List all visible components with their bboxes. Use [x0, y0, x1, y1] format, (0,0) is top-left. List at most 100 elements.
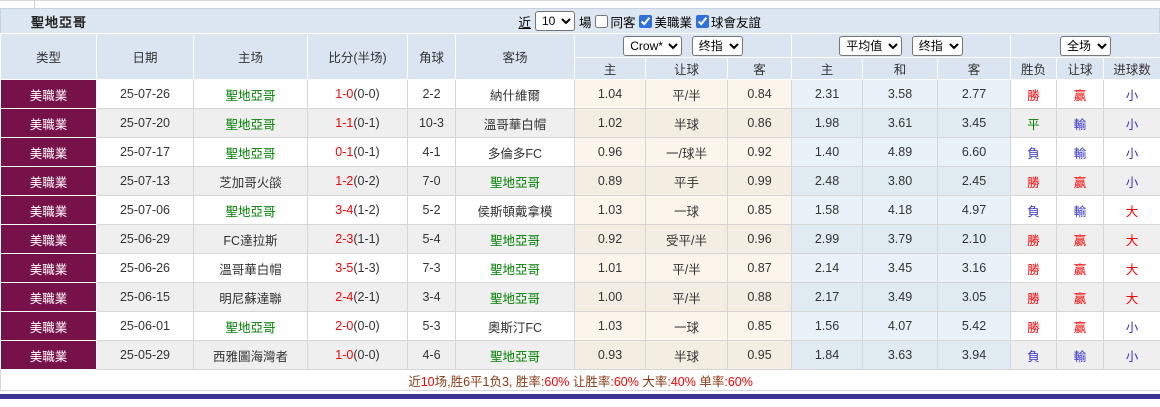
match-count-select[interactable]: 10 [535, 11, 575, 31]
avg-away-odds-cell: 4.97 [938, 196, 1011, 225]
result-cell: 勝 [1011, 283, 1057, 312]
date-cell: 25-07-13 [97, 167, 194, 196]
corner-cell: 7-3 [408, 254, 456, 283]
away-team-cell: 多倫多FC [456, 138, 575, 167]
match-history-table: 类型 日期 主场 比分(半场) 角球 客场 Crow* 终指 平均值 终指 全场 [0, 33, 1160, 391]
col-header-avg-home: 主 [792, 58, 863, 80]
handicap-line-cell: 一球 [646, 196, 728, 225]
home-team-cell: 明尼蘇達聯 [194, 283, 308, 312]
home-team-cell: 聖地亞哥 [194, 80, 308, 109]
odds-stage-select[interactable]: 终指 [692, 36, 743, 56]
score-cell: 1-1(0-1) [308, 109, 408, 138]
handicap-line-cell: 平/半 [646, 80, 728, 109]
mls-label: 美職業 [654, 12, 692, 31]
score-cell: 2-4(2-1) [308, 283, 408, 312]
halftime-score: (2-1) [353, 290, 379, 304]
score-cell: 1-2(0-2) [308, 167, 408, 196]
handicap-result-cell: 輸 [1057, 341, 1104, 370]
avg-draw-odds-cell: 3.49 [863, 283, 938, 312]
handicap-result-cell: 輸 [1057, 196, 1104, 225]
handicap-line-cell: 半球 [646, 341, 728, 370]
table-row: 美職業 25-06-15 明尼蘇達聯 2-4(2-1) 3-4 聖地亞哥 1.0… [1, 283, 1160, 312]
table-row: 美職業 25-06-26 溫哥華白帽 3-5(1-3) 7-3 聖地亞哥 1.0… [1, 254, 1160, 283]
corner-cell: 10-3 [408, 109, 456, 138]
result-cell: 勝 [1011, 167, 1057, 196]
table-row: 美職業 25-06-29 FC達拉斯 2-3(1-1) 5-4 聖地亞哥 0.9… [1, 225, 1160, 254]
avg-draw-odds-cell: 3.63 [863, 341, 938, 370]
league-cell: 美職業 [1, 80, 97, 109]
result-cell: 負 [1011, 341, 1057, 370]
corner-cell: 5-2 [408, 196, 456, 225]
corner-cell: 4-1 [408, 138, 456, 167]
handicap-away-odds-cell: 0.84 [728, 80, 792, 109]
avg-away-odds-cell: 3.16 [938, 254, 1011, 283]
table-row: 美職業 25-07-20 聖地亞哥 1-1(0-1) 10-3 溫哥華白帽 1.… [1, 109, 1160, 138]
league-cell: 美職業 [1, 341, 97, 370]
league-cell: 美職業 [1, 167, 97, 196]
date-cell: 25-06-26 [97, 254, 194, 283]
halftime-score: (0-0) [353, 348, 379, 362]
away-team-cell: 納什維爾 [456, 80, 575, 109]
col-header-handicap-home: 主 [575, 58, 646, 80]
corner-cell: 5-4 [408, 225, 456, 254]
avg-draw-odds-cell: 3.61 [863, 109, 938, 138]
mls-checkbox-row[interactable]: 美職業 [639, 12, 692, 31]
friendly-checkbox[interactable] [696, 15, 709, 28]
summary-segment: 场,胜6平1负3, 胜率: [435, 375, 545, 389]
goals-result-cell: 小 [1104, 167, 1160, 196]
home-team-cell: 溫哥華白帽 [194, 254, 308, 283]
result-cell: 勝 [1011, 254, 1057, 283]
handicap-result-cell: 輸 [1057, 138, 1104, 167]
fulltime-score: 2-4 [335, 290, 353, 304]
away-team-cell: 聖地亞哥 [456, 167, 575, 196]
top-divider [0, 0, 1160, 8]
handicap-select-cell: Crow* 终指 [575, 34, 792, 58]
odds-company-select[interactable]: Crow* [623, 36, 682, 56]
summary-segment: 10 [421, 375, 435, 389]
result-cell: 勝 [1011, 225, 1057, 254]
col-header-avg-draw: 和 [863, 58, 938, 80]
date-cell: 25-07-17 [97, 138, 194, 167]
halftime-score: (0-2) [353, 174, 379, 188]
halftime-score: (0-0) [353, 319, 379, 333]
avg-source-select[interactable]: 平均值 [839, 36, 902, 56]
handicap-line-cell: 平手 [646, 167, 728, 196]
table-row: 美職業 25-07-06 聖地亞哥 3-4(1-2) 5-2 侯斯頓戴拿模 1.… [1, 196, 1160, 225]
handicap-away-odds-cell: 0.95 [728, 341, 792, 370]
avg-draw-odds-cell: 4.07 [863, 312, 938, 341]
same-venue-checkbox-row[interactable]: 同客 [595, 12, 635, 31]
mls-checkbox[interactable] [639, 15, 652, 28]
col-header-handicap-line: 让球 [646, 58, 728, 80]
score-cell: 2-0(0-0) [308, 312, 408, 341]
handicap-result-cell: 赢 [1057, 254, 1104, 283]
avg-away-odds-cell: 6.60 [938, 138, 1011, 167]
result-cell: 勝 [1011, 312, 1057, 341]
score-cell: 1-0(0-0) [308, 341, 408, 370]
handicap-home-odds-cell: 1.04 [575, 80, 646, 109]
scope-select[interactable]: 全场 [1060, 36, 1111, 56]
goals-result-cell: 小 [1104, 341, 1160, 370]
divider-tick [34, 1, 35, 8]
date-cell: 25-07-20 [97, 109, 194, 138]
score-cell: 0-1(0-1) [308, 138, 408, 167]
same-venue-checkbox[interactable] [595, 15, 608, 28]
bottom-accent-bar [0, 394, 1160, 399]
handicap-home-odds-cell: 1.01 [575, 254, 646, 283]
match-history-panel: 聖地亞哥 近 10 場 同客 美職業 球會友誼 [0, 0, 1160, 407]
friendly-checkbox-row[interactable]: 球會友誼 [696, 12, 761, 31]
halftime-score: (0-0) [353, 87, 379, 101]
avg-stage-select[interactable]: 终指 [912, 36, 963, 56]
away-team-cell: 聖地亞哥 [456, 254, 575, 283]
corner-cell: 3-4 [408, 283, 456, 312]
avg-home-odds-cell: 2.31 [792, 80, 863, 109]
date-cell: 25-06-29 [97, 225, 194, 254]
handicap-away-odds-cell: 0.88 [728, 283, 792, 312]
corner-cell: 4-6 [408, 341, 456, 370]
same-venue-label: 同客 [610, 12, 635, 31]
away-team-cell: 聖地亞哥 [456, 283, 575, 312]
handicap-result-cell: 赢 [1057, 225, 1104, 254]
halftime-score: (1-2) [353, 203, 379, 217]
summary-segment: 让胜率: [569, 375, 613, 389]
league-cell: 美職業 [1, 283, 97, 312]
recent-link[interactable]: 近 [518, 12, 531, 31]
